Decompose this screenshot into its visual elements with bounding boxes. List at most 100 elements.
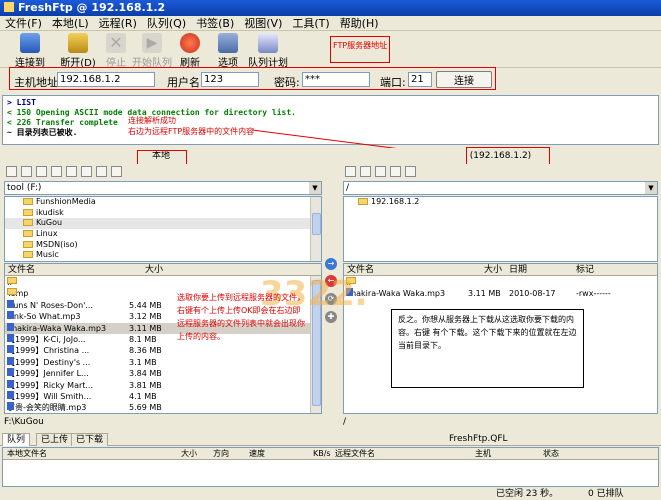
table-row[interactable]: 【1999】Ricky Mart... 3.81 MB — [5, 379, 321, 392]
column-kbs[interactable]: KB/s — [313, 448, 331, 460]
table-row[interactable]: 【1999】Will Smith... 4.1 MB — [5, 391, 321, 403]
folder-icon — [23, 208, 33, 216]
table-row[interactable]: Shakira-Waka Waka.mp3 3.11 MB 2010-08-17 -r… — [344, 288, 657, 300]
view-detail-icon[interactable] — [96, 166, 107, 177]
file-flags: -rwx------ — [576, 289, 611, 299]
file-name-text: 【1999】Destiny's ... — [7, 357, 91, 367]
column-name[interactable]: 文件名 — [8, 264, 35, 276]
sync-button[interactable]: ⟳ — [325, 293, 337, 305]
file-size: 5.69 MB — [129, 403, 162, 413]
menu-bar: 文件(F) 本地(L) 远程(R) 队列(Q) 书签(B) 视图(V) 工具(T) 帮助(H) — [0, 16, 661, 31]
tab-queue[interactable]: 队列 — [2, 433, 31, 446]
tab-uploaded[interactable]: 已上传 — [36, 433, 74, 446]
tree-item[interactable]: ikudisk — [5, 208, 321, 219]
tree-item[interactable]: FunshionMedia — [5, 197, 321, 208]
table-row[interactable]: 【1999】Jennifer L... 3.84 MB — [5, 368, 321, 380]
host-input[interactable] — [57, 72, 155, 87]
refresh-remote-icon[interactable] — [405, 166, 416, 177]
user-label: 用户名: — [167, 76, 204, 89]
connect-submit-button[interactable]: 连接 — [436, 71, 492, 88]
file-name: 【1999】Christina ... — [7, 345, 89, 357]
local-drive-select[interactable]: tool (F:) ▼ — [4, 181, 322, 195]
user-input[interactable] — [201, 72, 259, 87]
file-name-text: 丁贵-会笑的眼睛.mp3 — [7, 403, 87, 413]
tree-scrollbar[interactable] — [310, 197, 321, 261]
tree-item[interactable]: KuGou — [5, 218, 321, 230]
rename-icon[interactable] — [375, 166, 386, 177]
menu-queue[interactable]: 队列(Q) — [142, 16, 191, 31]
refresh-local-icon[interactable] — [66, 166, 77, 177]
new-folder-icon[interactable] — [345, 166, 356, 177]
column-size[interactable]: 大小 — [145, 264, 163, 276]
view-list-icon[interactable] — [81, 166, 92, 177]
file-size: 5.44 MB — [129, 300, 162, 310]
menu-remote[interactable]: 远程(R) — [94, 16, 142, 31]
port-label: 端口: — [380, 76, 406, 89]
file-size: 3.12 MB — [129, 312, 162, 322]
folder-icon — [7, 288, 17, 296]
queue-add-button[interactable]: ✚ — [325, 311, 337, 323]
port-input[interactable] — [408, 72, 432, 87]
column-direction[interactable]: 方向 — [213, 448, 229, 460]
column-host[interactable]: 主机 — [475, 448, 491, 460]
table-row[interactable]: .. — [344, 277, 657, 289]
table-row[interactable]: 【1999】Christina ... 8.36 MB — [5, 345, 321, 357]
column-speed[interactable]: 速度 — [249, 448, 265, 460]
tree-item[interactable]: MSDN(iso) — [5, 240, 321, 251]
app-icon — [4, 2, 14, 12]
file-name: Pink-So What.mp3 — [7, 311, 81, 323]
rename-icon[interactable] — [36, 166, 47, 177]
password-input[interactable] — [302, 72, 370, 87]
scroll-thumb[interactable] — [312, 213, 321, 235]
log-line: < 226 Transfer complete — [7, 118, 118, 127]
column-date[interactable]: 日期 — [509, 264, 527, 276]
new-folder-icon[interactable] — [6, 166, 17, 177]
connect-button[interactable]: 连接到 — [8, 33, 52, 69]
folder-up-icon[interactable] — [51, 166, 62, 177]
file-icon — [7, 402, 14, 411]
file-size: 3.81 MB — [129, 380, 162, 390]
remote-path-select[interactable]: / ▼ — [343, 181, 658, 195]
file-name: 【1999】Destiny's ... — [7, 356, 91, 369]
file-date: 2010-08-17 — [509, 289, 556, 299]
table-row[interactable]: .. — [5, 277, 321, 289]
table-row[interactable]: 丁贵-会笑的眼睛.mp3 5.69 MB — [5, 402, 321, 413]
options-button[interactable]: 选项 — [206, 33, 250, 69]
tree-item[interactable]: Music — [5, 250, 321, 261]
table-row[interactable]: 【1999】Destiny's ... 3.1 MB — [5, 356, 321, 369]
column-status[interactable]: 状态 — [543, 448, 559, 460]
scroll-thumb[interactable] — [312, 280, 321, 406]
log-line: > LIST — [7, 98, 36, 107]
menu-help[interactable]: 帮助(H) — [335, 16, 384, 31]
delete-icon[interactable] — [360, 166, 371, 177]
tab-downloaded[interactable]: 已下载 — [71, 433, 109, 446]
column-size[interactable]: 大小 — [181, 448, 197, 460]
file-icon — [7, 299, 14, 308]
tree-item[interactable]: 192.168.1.2 — [344, 197, 657, 208]
filter-icon[interactable] — [111, 166, 122, 177]
menu-file[interactable]: 文件(F) — [0, 16, 47, 31]
column-remote-name[interactable]: 远程文件名 — [335, 448, 375, 460]
file-name-text: Guns N' Roses-Don'... — [7, 300, 93, 310]
stop-icon: ✕ — [106, 33, 126, 53]
column-flags[interactable]: 标记 — [576, 264, 594, 276]
column-size[interactable]: 大小 — [484, 264, 502, 276]
local-list-scrollbar[interactable] — [310, 276, 321, 413]
column-local-name[interactable]: 本地文件名 — [7, 448, 47, 460]
queue-tabs: 队列 已上传 已下载 FreshFtp.QFL — [0, 432, 661, 446]
menu-view[interactable]: 视图(V) — [239, 16, 287, 31]
menu-local[interactable]: 本地(L) — [47, 16, 94, 31]
file-icon — [7, 345, 14, 354]
tree-item[interactable]: Linux — [5, 229, 321, 240]
file-name: 【1999】K-Ci, JoJo... — [7, 334, 86, 346]
local-pane-header: 本地 — [0, 148, 322, 164]
folder-up-icon[interactable] — [390, 166, 401, 177]
file-size: 3.84 MB — [129, 369, 162, 379]
queue-schedule-button[interactable]: 队列计划 — [246, 33, 290, 69]
delete-icon[interactable] — [21, 166, 32, 177]
menu-bookmarks[interactable]: 书签(B) — [191, 16, 239, 31]
upload-arrow-button[interactable]: → — [325, 258, 337, 270]
menu-tools[interactable]: 工具(T) — [287, 16, 334, 31]
column-name[interactable]: 文件名 — [347, 264, 374, 276]
download-arrow-button[interactable]: ← — [325, 275, 337, 287]
